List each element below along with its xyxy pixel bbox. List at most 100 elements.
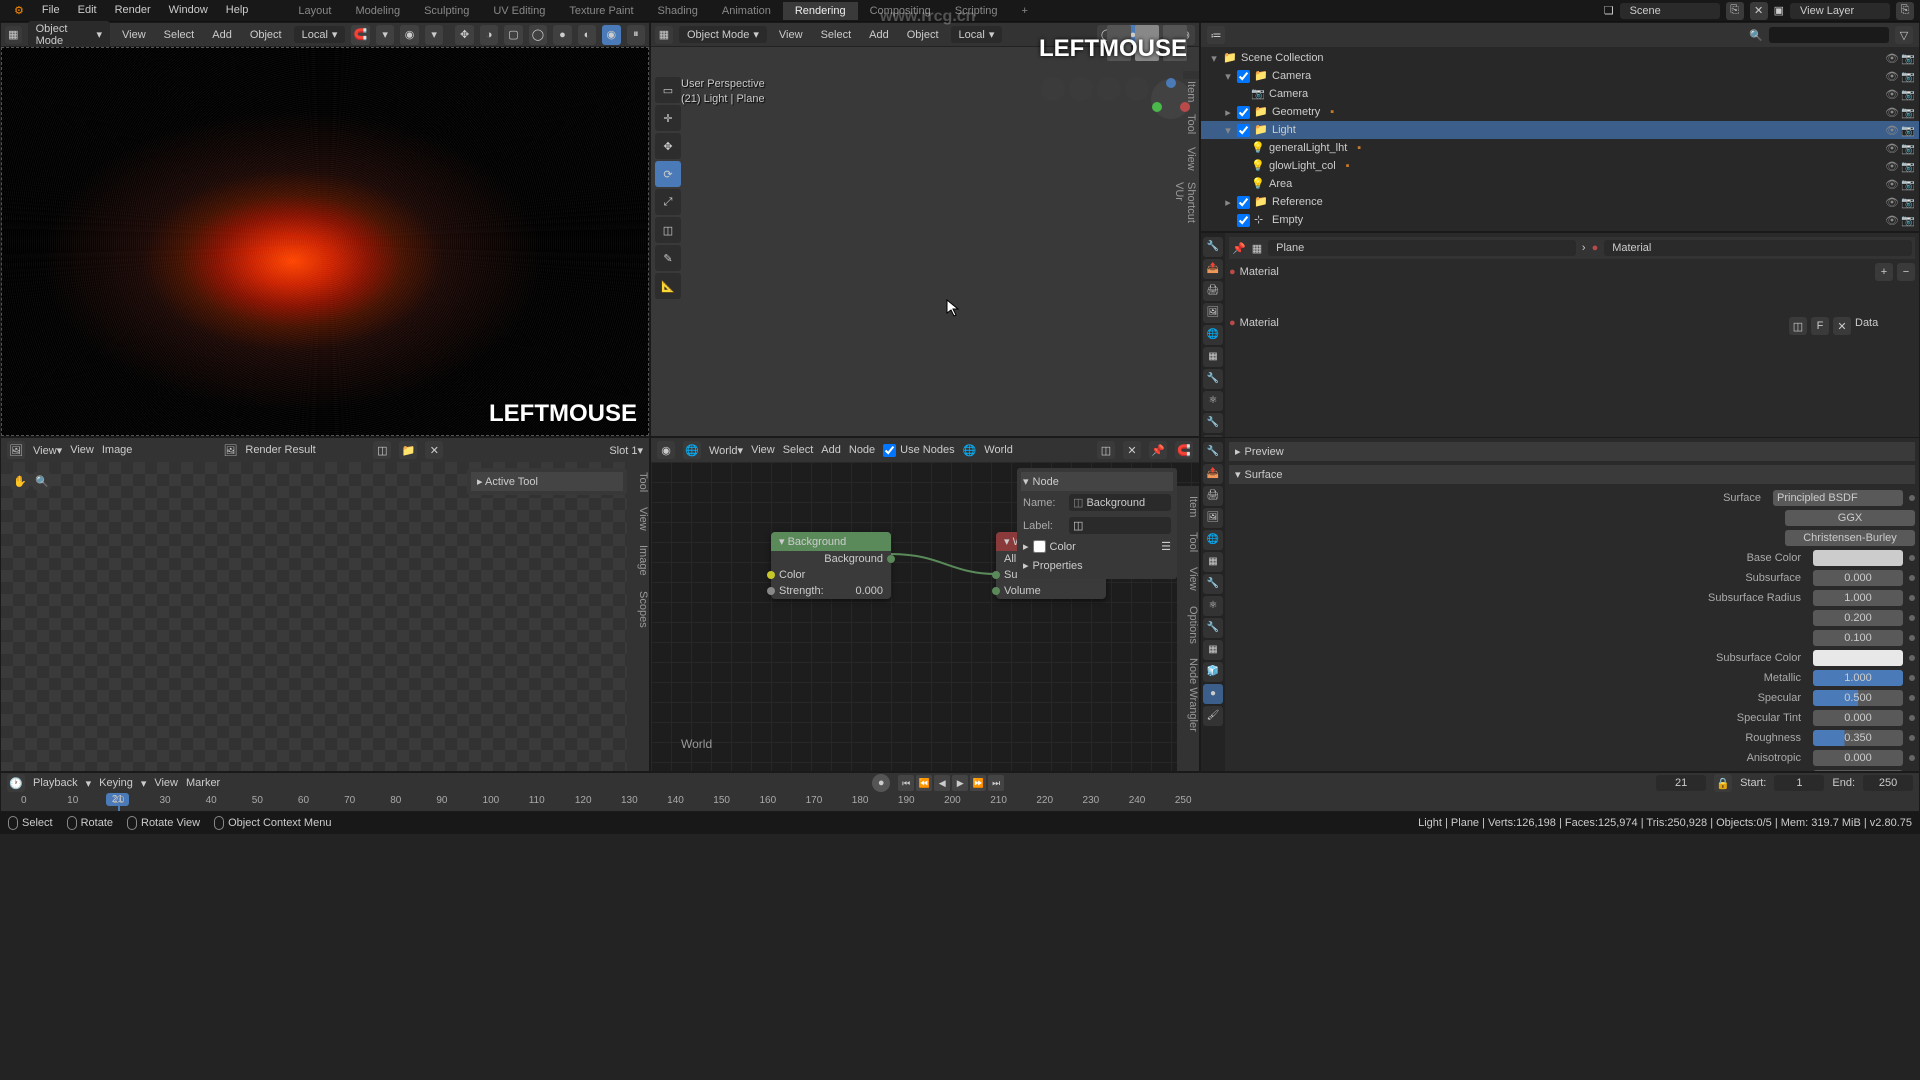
eye-icon[interactable]: 👁 xyxy=(1885,88,1899,101)
prop-tab-4[interactable]: 🌐 xyxy=(1203,530,1223,550)
pan-icon[interactable] xyxy=(1069,77,1093,101)
scene-delete-icon[interactable]: ✕ xyxy=(1750,2,1768,20)
orientation-dropdown[interactable]: Local▾ xyxy=(294,26,346,43)
surface-shader-dropdown[interactable]: Principled BSDF xyxy=(1773,490,1903,506)
render-icon[interactable]: 📷 xyxy=(1901,160,1915,173)
select-tool-icon[interactable]: ▭ xyxy=(655,77,681,103)
tab-layout[interactable]: Layout xyxy=(286,2,343,20)
node-list-icon[interactable]: ☰ xyxy=(1161,540,1171,553)
tab-texture-paint[interactable]: Texture Paint xyxy=(557,2,645,20)
specular-tint-slider[interactable]: 0.000 xyxy=(1813,710,1903,726)
menu-select[interactable]: Select xyxy=(158,27,201,43)
metallic-slider[interactable]: 1.000 xyxy=(1813,670,1903,686)
keyframe-prev-icon[interactable]: ⏪ xyxy=(916,775,932,791)
move-tool-icon[interactable]: ✥ xyxy=(655,133,681,159)
tree-row-camera[interactable]: ▾📁Camera👁📷 xyxy=(1201,67,1919,85)
tab-compositing[interactable]: Compositing xyxy=(858,2,943,20)
material-crumb[interactable]: Material xyxy=(1604,240,1912,256)
n-tab-item[interactable]: Item xyxy=(1184,490,1202,523)
n-tab-tool[interactable]: Tool xyxy=(1183,108,1199,140)
play-icon[interactable]: ▶ xyxy=(952,775,968,791)
editor-type-icon[interactable]: 🕐 xyxy=(7,774,25,792)
menu-window[interactable]: Window xyxy=(161,1,216,20)
n-tab-wrangler[interactable]: Node Wrangler xyxy=(1184,652,1202,738)
material-unlink-icon[interactable]: ✕ xyxy=(1833,317,1851,335)
eye-icon[interactable]: 👁 xyxy=(1885,196,1899,209)
menu-node[interactable]: Node xyxy=(849,444,875,456)
proportional-type-icon[interactable]: ▾ xyxy=(425,25,443,45)
cursor-tool-icon[interactable]: ✛ xyxy=(655,105,681,131)
filter-icon[interactable]: ▽ xyxy=(1895,26,1913,44)
scale-tool-icon[interactable]: ⤢ xyxy=(655,189,681,215)
tree-row-camera[interactable]: 📷Camera👁📷 xyxy=(1201,85,1919,103)
tab-sculpting[interactable]: Sculpting xyxy=(412,2,481,20)
menu-view[interactable]: View xyxy=(116,27,152,43)
editor-type-icon[interactable]: ◉ xyxy=(657,441,675,459)
menu-help[interactable]: Help xyxy=(218,1,257,20)
eye-icon[interactable]: 👁 xyxy=(1885,142,1899,155)
shade-matprev-icon[interactable]: ◐ xyxy=(578,25,596,45)
prop-tab-3[interactable]: 🖼 xyxy=(1203,303,1223,323)
shader-type-icon[interactable]: 🌐 xyxy=(683,441,701,459)
tab-modeling[interactable]: Modeling xyxy=(343,2,412,20)
editor-type-icon[interactable]: ▦ xyxy=(655,26,673,44)
image-open-icon[interactable]: 📁 xyxy=(399,441,417,459)
render-icon[interactable]: 📷 xyxy=(1901,88,1915,101)
perspective-icon[interactable] xyxy=(1125,77,1149,101)
subsurface-color-swatch[interactable] xyxy=(1813,650,1903,666)
snap-icon[interactable]: 🧲 xyxy=(351,25,369,45)
eye-icon[interactable]: 👁 xyxy=(1885,214,1899,227)
render-icon[interactable]: 📷 xyxy=(1901,124,1915,137)
node-snap-icon[interactable]: 🧲 xyxy=(1175,441,1193,459)
menu-object[interactable]: Object xyxy=(244,27,288,43)
tab-uv-editing[interactable]: UV Editing xyxy=(481,2,557,20)
subsurface-method-dropdown[interactable]: Christensen-Burley xyxy=(1785,530,1915,546)
editor-type-icon[interactable]: 🖼 xyxy=(7,441,25,459)
anisotropic-slider[interactable]: 0.000 xyxy=(1813,750,1903,766)
prop-tab-3[interactable]: 🖼 xyxy=(1203,508,1223,528)
render-icon[interactable]: 📷 xyxy=(1901,196,1915,209)
tree-row-reference[interactable]: ▸📁Reference👁📷 xyxy=(1201,193,1919,211)
snap-type-icon[interactable]: ▾ xyxy=(376,25,394,45)
jump-end-icon[interactable]: ⏭ xyxy=(988,775,1004,791)
prop-tab-7[interactable]: ⚛ xyxy=(1203,391,1223,411)
tab-animation[interactable]: Animation xyxy=(710,2,783,20)
prop-tab-12[interactable]: 🖌 xyxy=(1203,706,1223,726)
tab-add[interactable]: + xyxy=(1010,2,1040,20)
prop-tab-0[interactable]: 🔧 xyxy=(1203,237,1223,257)
rotate-tool-icon[interactable]: ⟳ xyxy=(655,161,681,187)
n-tab-view[interactable]: View xyxy=(1184,561,1202,597)
eye-icon[interactable]: 👁 xyxy=(1885,52,1899,65)
eye-icon[interactable]: 👁 xyxy=(1885,124,1899,137)
menu-add[interactable]: Add xyxy=(206,27,238,43)
current-frame-field[interactable]: 21 xyxy=(1656,775,1706,791)
prop-tab-8[interactable]: 🔧 xyxy=(1203,413,1223,433)
material-slot[interactable]: ●Material xyxy=(1229,263,1871,281)
preview-section[interactable]: ▸ Preview xyxy=(1229,442,1915,461)
prop-tab-1[interactable]: 📤 xyxy=(1203,464,1223,484)
n-tab-view[interactable]: View xyxy=(1183,141,1199,177)
render-icon[interactable]: 📷 xyxy=(1901,70,1915,83)
base-color-swatch[interactable] xyxy=(1813,550,1903,566)
subsurface-radius-field[interactable]: 1.000 xyxy=(1813,590,1903,606)
tree-row-scene-collection[interactable]: ▾📁Scene Collection👁📷 xyxy=(1201,49,1919,67)
render-icon[interactable]: 📷 xyxy=(1901,142,1915,155)
eye-icon[interactable]: 👁 xyxy=(1885,70,1899,83)
jump-start-icon[interactable]: ⏮ xyxy=(898,775,914,791)
menu-select[interactable]: Select xyxy=(815,27,858,43)
prop-tab-7[interactable]: ⚛ xyxy=(1203,596,1223,616)
prop-tab-6[interactable]: 🔧 xyxy=(1203,369,1223,389)
world-selector[interactable]: World xyxy=(984,444,1013,456)
image-unlink-icon[interactable]: ✕ xyxy=(425,441,443,459)
specular-slider[interactable]: 0.500 xyxy=(1813,690,1903,706)
start-frame-field[interactable]: 1 xyxy=(1774,775,1824,791)
menu-view[interactable]: View xyxy=(773,27,809,43)
pan-icon[interactable]: ✋ xyxy=(11,472,29,490)
prop-tab-2[interactable]: 🖨 xyxy=(1203,281,1223,301)
prop-tab-11[interactable]: ● xyxy=(1203,684,1223,704)
node-new-icon[interactable]: ◫ xyxy=(1097,441,1115,459)
node-label-field[interactable]: ◫ xyxy=(1069,517,1171,534)
object-crumb[interactable]: Plane xyxy=(1268,240,1576,256)
node-canvas[interactable]: ▾ Background Background Color Strength:0… xyxy=(651,462,1199,771)
menu-render[interactable]: Render xyxy=(107,1,159,20)
